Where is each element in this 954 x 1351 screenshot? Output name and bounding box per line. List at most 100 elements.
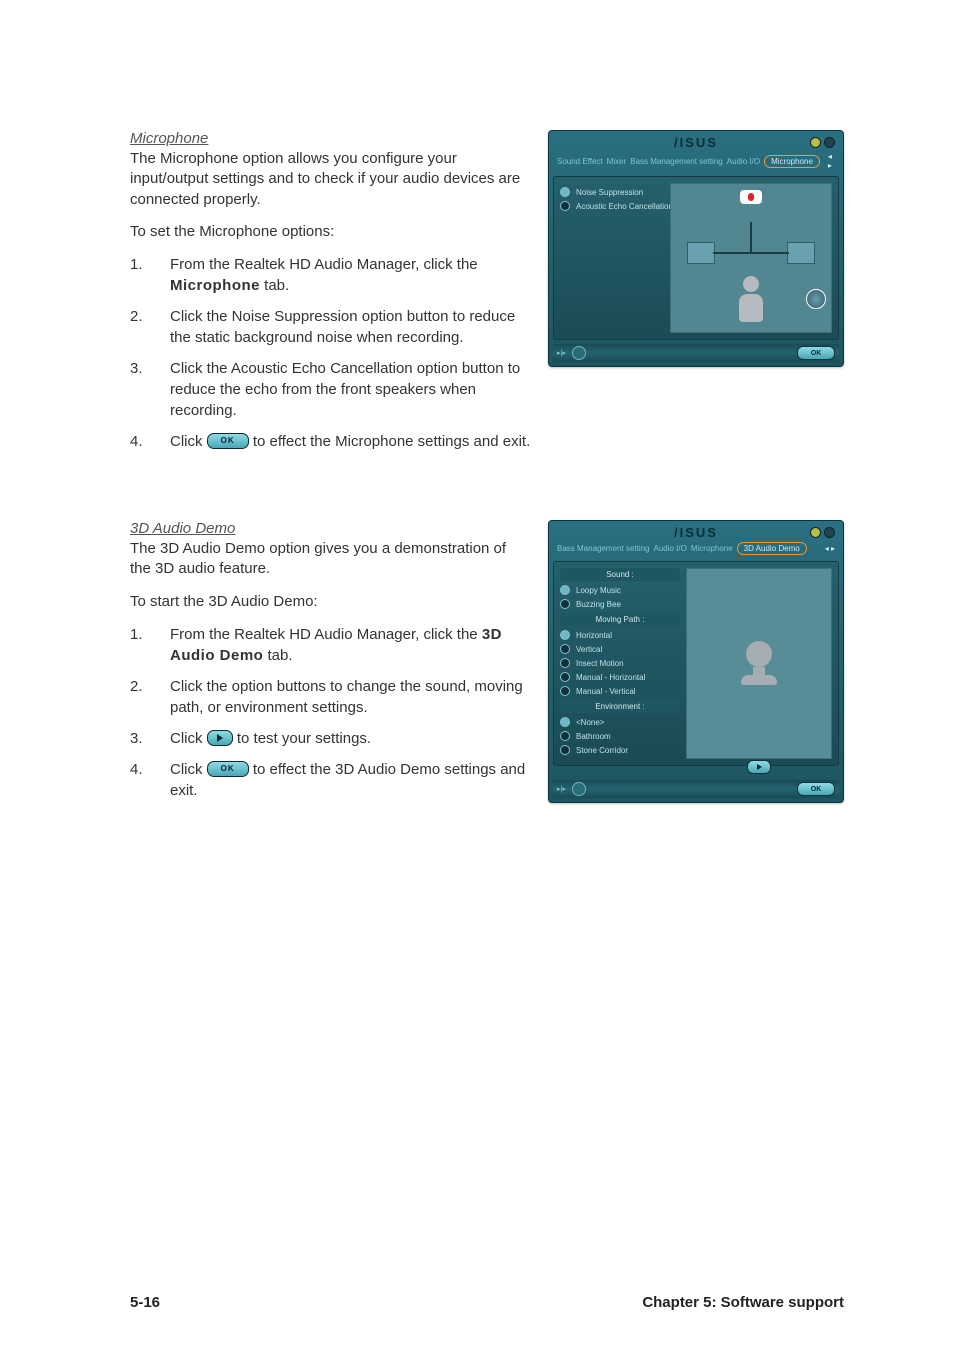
play-button-icon bbox=[207, 730, 233, 746]
option-label: Stone Corridor bbox=[576, 746, 628, 755]
radio-icon bbox=[560, 644, 570, 654]
path-insect-motion[interactable]: Insect Motion bbox=[560, 658, 680, 668]
tab-3d-audio-demo[interactable]: 3D Audio Demo bbox=[737, 542, 807, 555]
option-label: Manual - Vertical bbox=[576, 687, 636, 696]
globe-icon[interactable] bbox=[806, 289, 826, 309]
option-label: Noise Suppression bbox=[576, 188, 643, 197]
tab-bass-management[interactable]: Bass Management setting bbox=[630, 157, 723, 166]
option-label: Vertical bbox=[576, 645, 602, 654]
step-3: 3. Click the Acoustic Echo Cancellation … bbox=[130, 358, 528, 421]
step-text: From the Realtek HD Audio Manager, click… bbox=[170, 256, 478, 273]
page-number: 5-16 bbox=[130, 1294, 160, 1311]
moving-path-header: Moving Path : bbox=[560, 613, 680, 626]
radio-icon bbox=[560, 599, 570, 609]
path-manual-vertical[interactable]: Manual - Vertical bbox=[560, 686, 680, 696]
3d-head-visualizer bbox=[686, 568, 832, 759]
play-button[interactable] bbox=[747, 760, 771, 774]
step-text: Click bbox=[170, 730, 207, 747]
info-icon[interactable] bbox=[572, 346, 586, 360]
step-1: 1. From the Realtek HD Audio Manager, cl… bbox=[130, 254, 528, 296]
step-text: to test your settings. bbox=[237, 730, 371, 747]
step-4: 4. Click OK to effect the Microphone set… bbox=[130, 431, 844, 452]
tab-bar: Bass Management setting Audio I/O Microp… bbox=[553, 540, 839, 557]
radio-icon bbox=[560, 187, 570, 197]
step-number: 3. bbox=[130, 728, 170, 749]
sound-buzzing-bee[interactable]: Buzzing Bee bbox=[560, 599, 680, 609]
option-label: Manual - Horizontal bbox=[576, 673, 645, 682]
tab-audio-io[interactable]: Audio I/O bbox=[727, 157, 760, 166]
step-number: 1. bbox=[130, 254, 170, 296]
step-text: to effect the Microphone settings and ex… bbox=[253, 433, 530, 450]
option-label: Insect Motion bbox=[576, 659, 624, 668]
radio-icon bbox=[560, 585, 570, 595]
tab-bass-management[interactable]: Bass Management setting bbox=[557, 544, 650, 553]
window-close-icon bbox=[824, 527, 835, 538]
chapter-title: Chapter 5: Software support bbox=[642, 1294, 844, 1311]
path-vertical[interactable]: Vertical bbox=[560, 644, 680, 654]
option-label: Loopy Music bbox=[576, 586, 621, 595]
radio-icon bbox=[560, 630, 570, 640]
step-2: 2. Click the option buttons to change th… bbox=[130, 676, 528, 718]
step-number: 4. bbox=[130, 431, 170, 452]
option-label: Buzzing Bee bbox=[576, 600, 621, 609]
step-text: From the Realtek HD Audio Manager, click… bbox=[170, 626, 482, 643]
step-text: Click the Noise Suppression option butto… bbox=[170, 306, 528, 348]
step-bold: Microphone bbox=[170, 277, 260, 294]
tab-mixer[interactable]: Mixer bbox=[607, 157, 627, 166]
ok-button[interactable]: OK bbox=[797, 782, 835, 796]
radio-icon bbox=[560, 745, 570, 755]
option-label: Horizontal bbox=[576, 631, 612, 640]
radio-icon bbox=[560, 658, 570, 668]
acoustic-echo-option[interactable]: Acoustic Echo Cancellation bbox=[560, 201, 675, 211]
step-1: 1. From the Realtek HD Audio Manager, cl… bbox=[130, 624, 528, 666]
path-horizontal[interactable]: Horizontal bbox=[560, 630, 680, 640]
step-number: 1. bbox=[130, 624, 170, 666]
option-label: <None> bbox=[576, 718, 604, 727]
microphone-diagram bbox=[670, 183, 832, 333]
step-number: 4. bbox=[130, 759, 170, 801]
tab-microphone[interactable]: Microphone bbox=[764, 155, 820, 168]
step-text: Click the Acoustic Echo Cancellation opt… bbox=[170, 358, 528, 421]
microphone-screenshot: /ISUS Sound Effect Mixer Bass Management… bbox=[548, 130, 844, 367]
step-text: tab. bbox=[260, 277, 289, 294]
option-label: Bathroom bbox=[576, 732, 611, 741]
sound-loopy-music[interactable]: Loopy Music bbox=[560, 585, 680, 595]
tab-audio-io[interactable]: Audio I/O bbox=[654, 544, 687, 553]
radio-icon bbox=[560, 731, 570, 741]
noise-suppression-option[interactable]: Noise Suppression bbox=[560, 187, 675, 197]
step-text: Click the option buttons to change the s… bbox=[170, 676, 528, 718]
window-close-icon bbox=[824, 137, 835, 148]
ok-button[interactable]: OK bbox=[797, 346, 835, 360]
sound-header: Sound : bbox=[560, 568, 680, 581]
info-icon[interactable] bbox=[572, 782, 586, 796]
tab-bar: Sound Effect Mixer Bass Management setti… bbox=[553, 150, 839, 172]
env-bathroom[interactable]: Bathroom bbox=[560, 731, 680, 741]
3d-audio-screenshot: /ISUS Bass Management setting Audio I/O … bbox=[548, 520, 844, 803]
step-number: 3. bbox=[130, 358, 170, 421]
step-text: Click bbox=[170, 761, 207, 778]
brand-logo: /ISUS bbox=[553, 135, 839, 150]
radio-icon bbox=[560, 672, 570, 682]
path-manual-horizontal[interactable]: Manual - Horizontal bbox=[560, 672, 680, 682]
step-text: Click bbox=[170, 433, 207, 450]
brand-logo: /ISUS bbox=[553, 525, 839, 540]
ok-button-icon: OK bbox=[207, 761, 249, 777]
step-3: 3. Click to test your settings. bbox=[130, 728, 528, 749]
window-minimize-icon bbox=[810, 137, 821, 148]
radio-icon bbox=[560, 686, 570, 696]
env-none[interactable]: <None> bbox=[560, 717, 680, 727]
window-minimize-icon bbox=[810, 527, 821, 538]
tab-microphone[interactable]: Microphone bbox=[691, 544, 733, 553]
step-4: 4. Click OK to effect the 3D Audio Demo … bbox=[130, 759, 528, 801]
radio-icon bbox=[560, 201, 570, 211]
radio-icon bbox=[560, 717, 570, 727]
option-label: Acoustic Echo Cancellation bbox=[576, 202, 673, 211]
ok-button-icon: OK bbox=[207, 433, 249, 449]
step-2: 2. Click the Noise Suppression option bu… bbox=[130, 306, 528, 348]
step-number: 2. bbox=[130, 676, 170, 718]
env-stone-corridor[interactable]: Stone Corridor bbox=[560, 745, 680, 755]
step-number: 2. bbox=[130, 306, 170, 348]
environment-header: Environment : bbox=[560, 700, 680, 713]
tab-sound-effect[interactable]: Sound Effect bbox=[557, 157, 603, 166]
step-text: tab. bbox=[263, 647, 292, 664]
